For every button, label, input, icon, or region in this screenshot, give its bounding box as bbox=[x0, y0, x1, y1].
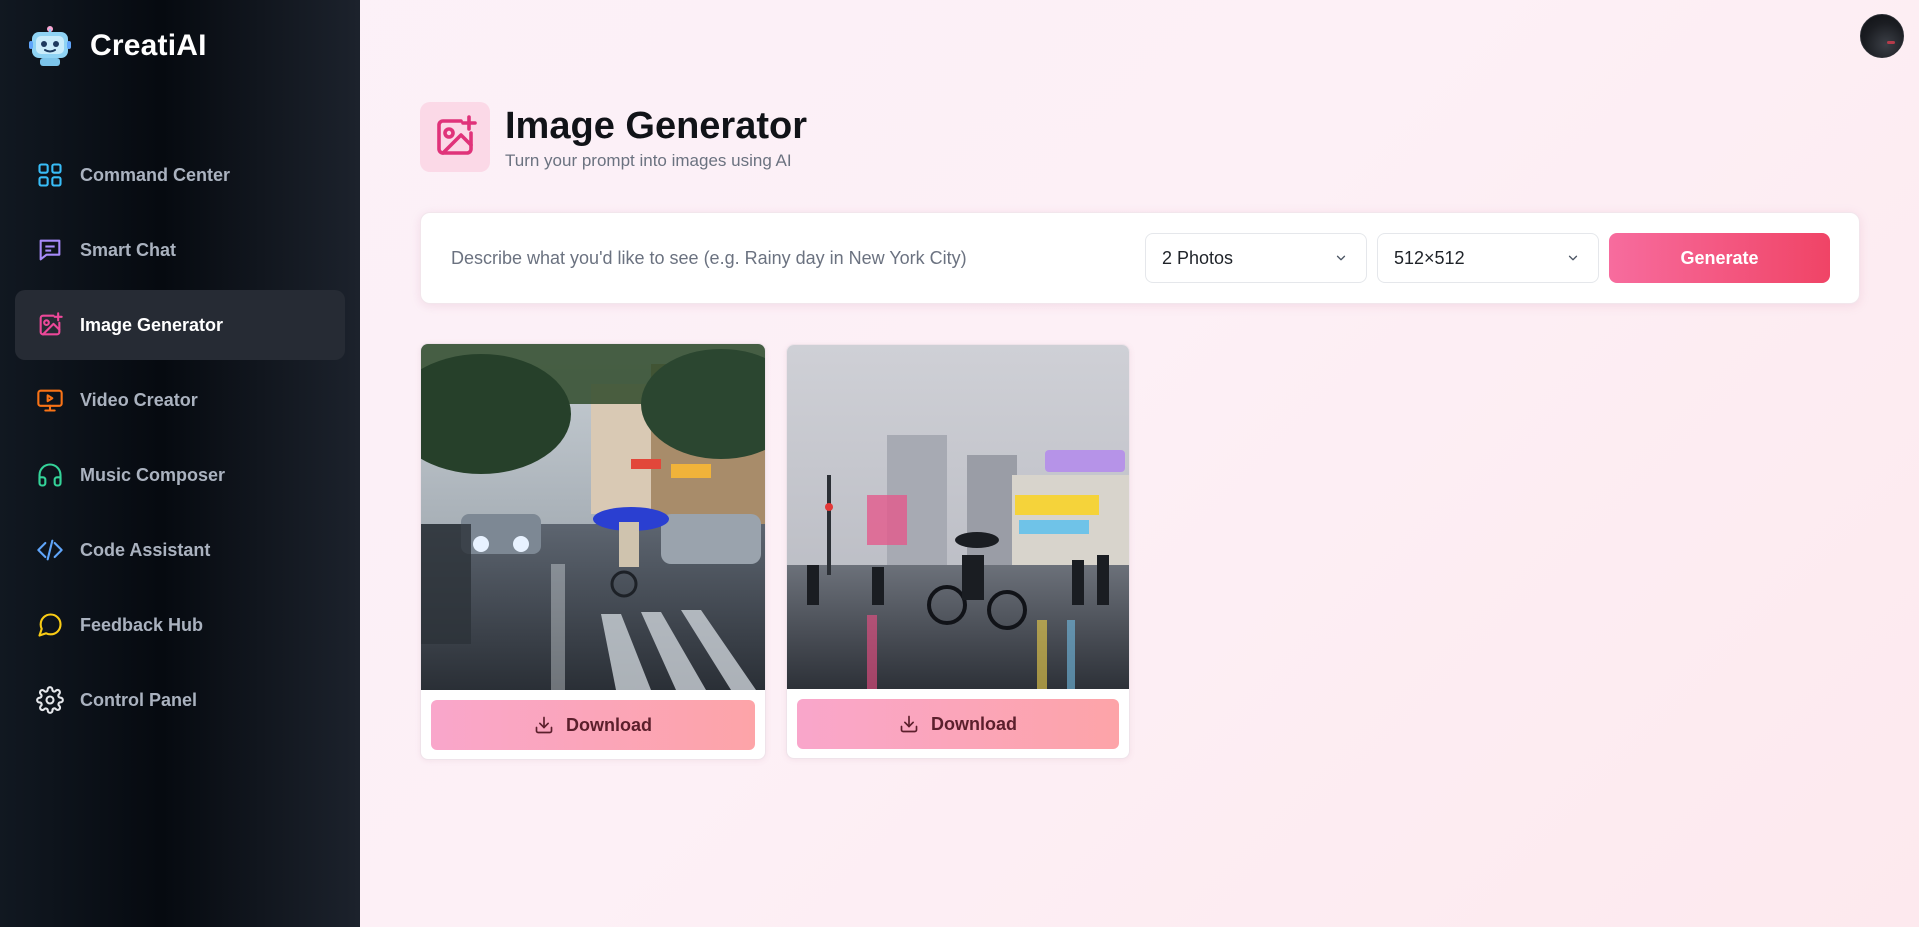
sidebar-item-feedback-hub[interactable]: Feedback Hub bbox=[15, 590, 345, 660]
download-label: Download bbox=[566, 714, 652, 735]
image-plus-icon bbox=[35, 310, 65, 340]
sidebar-item-label: Code Assistant bbox=[80, 539, 211, 560]
result-card: Download bbox=[420, 343, 766, 760]
download-icon bbox=[535, 716, 553, 734]
chevron-down-icon bbox=[1336, 255, 1346, 261]
sidebar-item-command-center[interactable]: Command Center bbox=[15, 140, 345, 210]
chevron-down-icon bbox=[1568, 255, 1578, 261]
sidebar-item-smart-chat[interactable]: Smart Chat bbox=[15, 215, 345, 285]
message-circle-icon bbox=[35, 610, 65, 640]
page-title: Image Generator bbox=[505, 105, 807, 147]
robot-logo-icon bbox=[29, 26, 71, 66]
sidebar-item-video-creator[interactable]: Video Creator bbox=[15, 365, 345, 435]
page-subtitle: Turn your prompt into images using AI bbox=[505, 151, 792, 170]
brand[interactable]: CreatiAI bbox=[28, 24, 207, 68]
download-button[interactable]: Download bbox=[431, 700, 755, 750]
code-icon bbox=[35, 535, 65, 565]
result-card: Download bbox=[786, 344, 1130, 759]
headphones-icon bbox=[35, 460, 65, 490]
download-label: Download bbox=[931, 713, 1017, 734]
sidebar-item-label: Video Creator bbox=[80, 389, 198, 410]
sidebar-item-label: Feedback Hub bbox=[80, 614, 204, 635]
sidebar-nav: Command Center Smart Chat Image Generato… bbox=[15, 140, 345, 740]
sidebar-item-code-assistant[interactable]: Code Assistant bbox=[15, 515, 345, 585]
user-avatar[interactable] bbox=[1860, 14, 1904, 58]
sidebar: CreatiAI Command Center Smart Chat Image… bbox=[0, 0, 360, 927]
generated-image[interactable] bbox=[421, 344, 766, 690]
photo-count-select[interactable]: 2 Photos bbox=[1145, 233, 1367, 283]
monitor-play-icon bbox=[35, 385, 65, 415]
sidebar-item-label: Smart Chat bbox=[80, 239, 177, 260]
image-plus-icon bbox=[420, 102, 490, 172]
image-size-value: 512×512 bbox=[1394, 247, 1465, 268]
brand-name: CreatiAI bbox=[90, 29, 207, 62]
sidebar-item-image-generator[interactable]: Image Generator bbox=[15, 290, 345, 360]
grid-icon bbox=[35, 160, 65, 190]
gear-icon bbox=[35, 685, 65, 715]
generate-button[interactable]: Generate bbox=[1609, 233, 1830, 283]
prompt-card: 2 Photos 512×512 Generate bbox=[420, 212, 1860, 304]
sidebar-item-label: Control Panel bbox=[80, 689, 198, 710]
sidebar-item-label: Command Center bbox=[80, 164, 231, 185]
page-header: Image Generator Turn your prompt into im… bbox=[420, 102, 807, 172]
sidebar-item-label: Image Generator bbox=[80, 314, 224, 335]
photo-count-value: 2 Photos bbox=[1162, 247, 1234, 268]
sidebar-item-music-composer[interactable]: Music Composer bbox=[15, 440, 345, 510]
generated-image[interactable] bbox=[787, 345, 1130, 689]
chat-icon bbox=[35, 235, 65, 265]
image-size-select[interactable]: 512×512 bbox=[1377, 233, 1599, 283]
prompt-input[interactable] bbox=[451, 233, 1131, 283]
download-icon bbox=[900, 715, 918, 733]
sidebar-item-label: Music Composer bbox=[80, 464, 226, 485]
download-button[interactable]: Download bbox=[797, 699, 1119, 749]
sidebar-item-control-panel[interactable]: Control Panel bbox=[15, 665, 345, 735]
